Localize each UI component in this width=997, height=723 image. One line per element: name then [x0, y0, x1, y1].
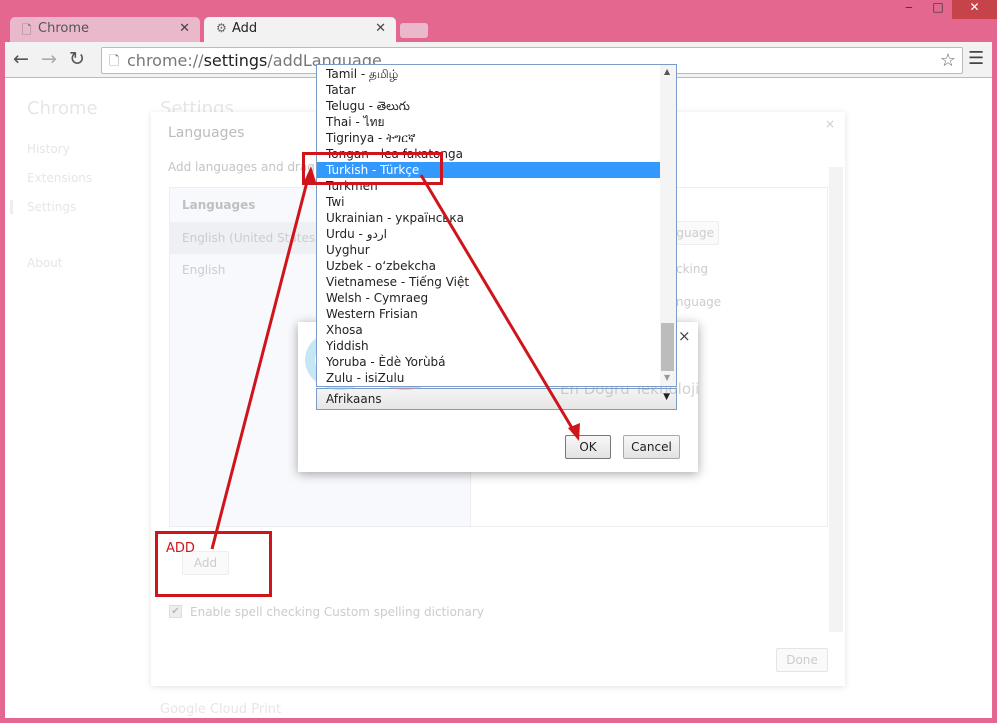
- arrowhead-icon: [303, 166, 316, 184]
- arrow-to-turkish: [210, 173, 311, 550]
- annotation-arrows: [210, 166, 580, 550]
- arrow-to-ok: [419, 174, 577, 434]
